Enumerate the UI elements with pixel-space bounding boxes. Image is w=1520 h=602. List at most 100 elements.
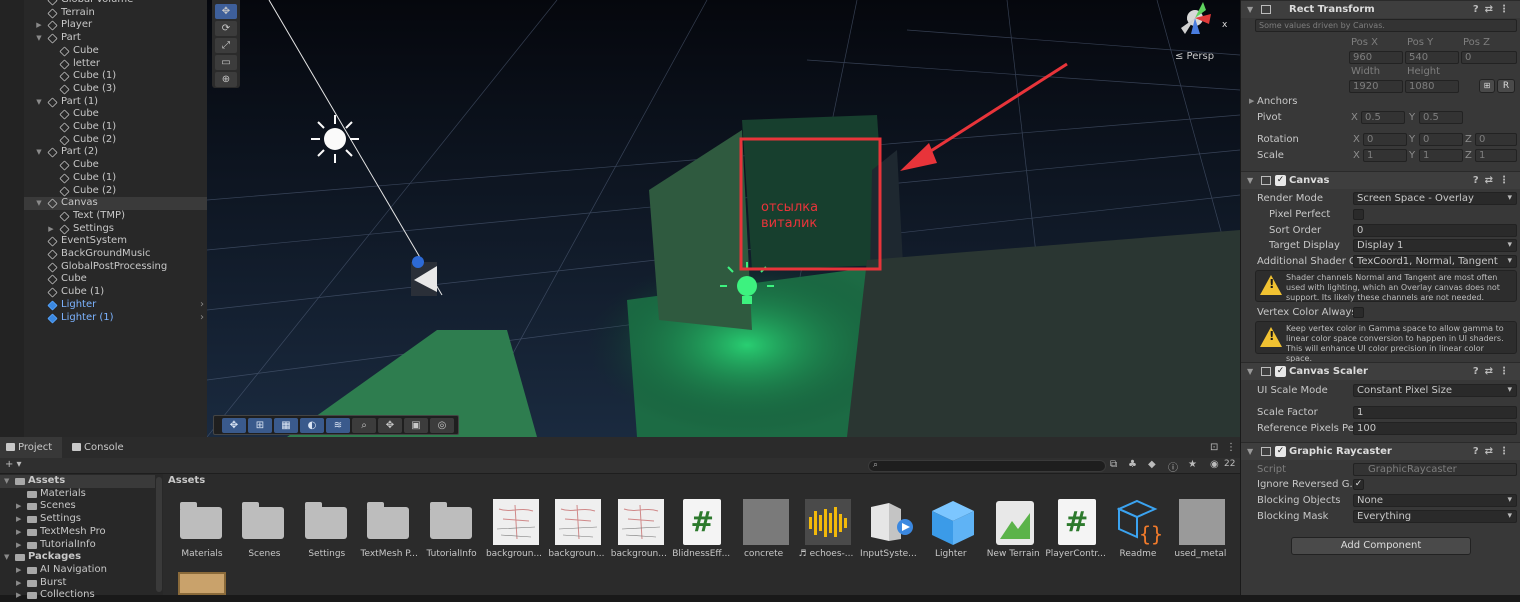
expand-arrow-icon[interactable]: ▼ — [34, 197, 44, 210]
pivot-x-field[interactable]: 0.5 — [1361, 111, 1405, 124]
project-tree-item[interactable]: ▼ Assets — [0, 475, 155, 488]
blocking-mask-dropdown[interactable]: Everything — [1353, 510, 1517, 523]
scale-y-field[interactable]: 1 — [1419, 149, 1463, 162]
prefab-open-icon[interactable]: › — [200, 312, 204, 325]
shading-button[interactable]: ◐ — [300, 418, 324, 433]
asset-item[interactable]: Lighter — [920, 499, 982, 561]
breadcrumb[interactable]: Assets — [168, 475, 205, 486]
hierarchy-item[interactable]: Cube (3) — [24, 83, 207, 96]
expand-arrow-icon[interactable]: ▼ — [34, 96, 44, 109]
scale-factor-field[interactable]: 1 — [1353, 406, 1517, 419]
project-tree-item[interactable]: ▶ TutorialInfo — [0, 539, 155, 552]
expand-arrow-icon[interactable]: ▶ — [16, 589, 21, 602]
zoom-button[interactable]: ⌕ — [352, 418, 376, 433]
tab-project[interactable]: Project — [0, 437, 62, 458]
fold-arrow-icon[interactable]: ▼ — [1247, 363, 1253, 380]
anchors-fold-icon[interactable]: ▶ — [1249, 97, 1254, 105]
layers-button[interactable]: ≋ — [326, 418, 350, 433]
grid-snap-button[interactable]: ▦ — [274, 418, 298, 433]
hierarchy-item[interactable]: ▼ Canvas — [24, 197, 207, 210]
asset-item[interactable]: # BlidnessEff... — [670, 499, 732, 561]
prefab-open-icon[interactable]: › — [200, 299, 204, 312]
asset-item[interactable]: used_metal — [1169, 499, 1231, 561]
render-mode-dropdown[interactable]: Screen Space - Overlay — [1353, 192, 1517, 205]
expand-arrow-icon[interactable]: ▶ — [16, 577, 21, 590]
hierarchy-item[interactable]: Lighter (1) › — [24, 312, 207, 325]
hierarchy-item[interactable]: Cube — [24, 273, 207, 286]
hierarchy-item[interactable]: Cube (1) — [24, 121, 207, 134]
fold-arrow-icon[interactable]: ▼ — [1247, 172, 1253, 189]
project-tree-item[interactable]: ▶ Collections — [0, 589, 155, 602]
blocking-objects-dropdown[interactable]: None — [1353, 494, 1517, 507]
expand-arrow-icon[interactable]: ▶ — [16, 564, 21, 577]
pos-x-field[interactable]: 960 — [1349, 51, 1403, 64]
info-icon[interactable]: ⓘ — [1168, 459, 1178, 474]
asset-item[interactable]: ♬ echoes-... — [795, 499, 857, 561]
asset-item[interactable]: concrete — [733, 499, 795, 561]
expand-arrow-icon[interactable]: ▶ — [34, 19, 44, 32]
hierarchy-item[interactable]: ▶ Player — [24, 19, 207, 32]
hierarchy-item[interactable]: GlobalPostProcessing — [24, 261, 207, 274]
component-actions[interactable]: ?⇄⋮ — [1473, 363, 1515, 380]
hierarchy-item[interactable]: ▼ Part — [24, 32, 207, 45]
expand-arrow-icon[interactable]: ▼ — [4, 551, 9, 564]
asset-item[interactable]: New Terrain — [982, 499, 1044, 561]
expand-arrow-icon[interactable]: ▼ — [34, 32, 44, 45]
hierarchy-item[interactable]: letter — [24, 58, 207, 71]
ignore-reversed-checkbox[interactable]: ✓ — [1353, 479, 1364, 490]
expand-arrow-icon[interactable]: ▼ — [4, 475, 9, 488]
label-filter-icon[interactable]: ◆ — [1148, 459, 1156, 470]
target-display-dropdown[interactable]: Display 1 — [1353, 239, 1517, 252]
expand-arrow-icon[interactable]: ▶ — [46, 223, 56, 236]
visibility-icon[interactable]: ◉ — [1210, 459, 1219, 470]
asset-item[interactable]: Scenes — [233, 499, 295, 561]
blueprint-button[interactable]: ⊞ — [1479, 79, 1495, 93]
tab-console[interactable]: Console — [66, 437, 136, 458]
project-tree-item[interactable]: ▼ Packages — [0, 551, 155, 564]
asset-item[interactable]: TextMesh P... — [358, 499, 420, 561]
project-tree-item[interactable]: Materials — [0, 488, 155, 501]
hierarchy-item[interactable]: ▼ Part (1) — [24, 96, 207, 109]
expand-arrow-icon[interactable]: ▶ — [16, 500, 21, 513]
scale-tool-button[interactable]: ⤢ — [215, 38, 237, 53]
graphic-raycaster-enabled-checkbox[interactable]: ✓ — [1275, 446, 1286, 457]
canvas-header[interactable]: ▼ ✓ Canvas ?⇄⋮ — [1241, 171, 1520, 189]
fold-arrow-icon[interactable]: ▼ — [1247, 443, 1253, 460]
hierarchy-item[interactable]: Text (TMP) — [24, 210, 207, 223]
asset-item[interactable]: TutorialInfo — [421, 499, 483, 561]
scene-view[interactable]: x ≤ Persp отсылка виталик ✥ ⟳ ⤢ ▭ ⊕ ✥ ⊞ … — [207, 0, 1240, 437]
project-tree-item[interactable]: ▶ Settings — [0, 513, 155, 526]
expand-arrow-icon[interactable]: ▼ — [34, 146, 44, 159]
global-button[interactable]: ⊞ — [248, 418, 272, 433]
hierarchy-item[interactable]: Lighter › — [24, 299, 207, 312]
pivot-button[interactable]: ✥ — [222, 418, 246, 433]
hierarchy-item[interactable]: Terrain — [24, 7, 207, 20]
transform-tool-button[interactable]: ⊕ — [215, 72, 237, 87]
hierarchy-item[interactable]: Cube (1) — [24, 70, 207, 83]
graphic-raycaster-header[interactable]: ▼ ✓ Graphic Raycaster ?⇄⋮ — [1241, 442, 1520, 460]
scale-x-field[interactable]: 1 — [1363, 149, 1407, 162]
asset-item[interactable]: backgroun... — [608, 499, 670, 561]
hierarchy-item[interactable]: Cube — [24, 45, 207, 58]
hierarchy-item[interactable]: ▼ Part (2) — [24, 146, 207, 159]
project-tree-item[interactable]: ▶ Burst — [0, 577, 155, 590]
lock-icon[interactable]: ⊡ — [1210, 442, 1218, 453]
expand-arrow-icon[interactable]: ▶ — [16, 526, 21, 539]
rotation-z-field[interactable]: 0 — [1475, 133, 1517, 146]
camera-icon[interactable] — [411, 256, 437, 296]
filter-icon[interactable]: ⧉ — [1110, 459, 1117, 470]
pivot-y-field[interactable]: 0.5 — [1419, 111, 1463, 124]
add-asset-button[interactable]: + ▾ — [5, 459, 22, 470]
width-field[interactable]: 1920 — [1349, 80, 1403, 93]
pos-y-field[interactable]: 540 — [1405, 51, 1459, 64]
height-field[interactable]: 1080 — [1405, 80, 1459, 93]
asset-item[interactable]: Materials — [171, 499, 233, 561]
asset-item[interactable]: {} Readme — [1107, 499, 1169, 561]
component-actions[interactable]: ?⇄⋮ — [1473, 172, 1515, 189]
expand-arrow-icon[interactable]: ▶ — [16, 539, 21, 552]
pixel-perfect-checkbox[interactable] — [1353, 209, 1364, 220]
scale-z-field[interactable]: 1 — [1475, 149, 1517, 162]
sun-icon[interactable] — [311, 115, 359, 163]
asset-item[interactable]: # PlayerContr... — [1045, 499, 1107, 561]
camera-settings-button[interactable]: ▣ — [404, 418, 428, 433]
